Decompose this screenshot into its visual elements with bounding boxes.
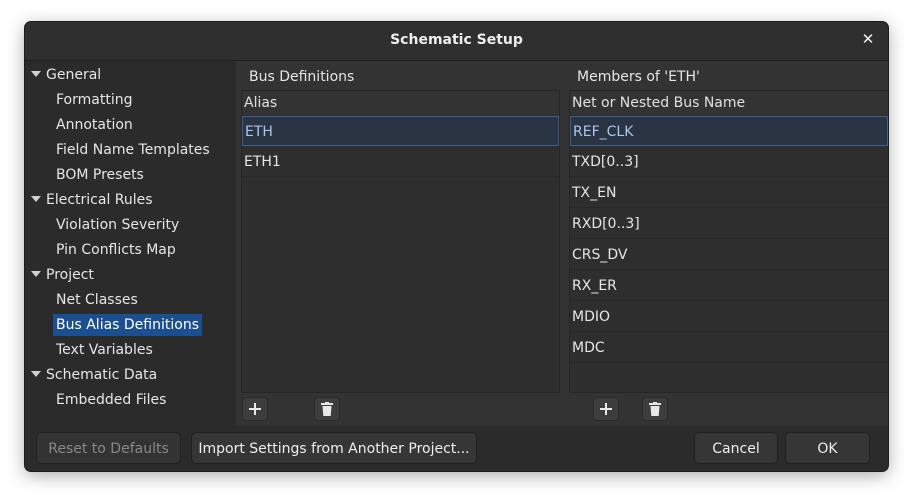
add-member-button[interactable] (593, 397, 619, 421)
plus-icon (249, 403, 261, 415)
member-row[interactable]: CRS_DV (570, 240, 888, 270)
delete-bus-alias-button[interactable] (314, 397, 340, 421)
tree-item-bus-alias-definitions[interactable]: Bus Alias Definitions (53, 314, 202, 336)
add-bus-alias-button[interactable] (242, 397, 268, 421)
tree-item-text-variables[interactable]: Text Variables (53, 339, 156, 361)
member-row[interactable]: RX_ER (570, 271, 888, 301)
tree-group-general[interactable]: General (31, 64, 101, 86)
trash-icon (321, 402, 333, 416)
ok-button[interactable]: OK (785, 432, 870, 464)
tree-item-embedded-files[interactable]: Embedded Files (53, 389, 169, 411)
chevron-down-icon (31, 71, 41, 77)
member-row[interactable]: MDIO (570, 302, 888, 332)
title-bar: Schematic Setup ✕ (25, 22, 888, 61)
tree-item-label: Schematic Data (46, 367, 158, 383)
tree-item-field-name-templates[interactable]: Field Name Templates (53, 139, 213, 161)
tree-item-bom-presets[interactable]: BOM Presets (53, 164, 147, 186)
trash-icon (649, 402, 661, 416)
alias-column-header: Alias (242, 91, 559, 115)
settings-tree: General Formatting Annotation Field Name… (25, 61, 236, 426)
member-row[interactable]: MDC (570, 333, 888, 363)
plus-icon (600, 403, 612, 415)
tree-item-violation-severity[interactable]: Violation Severity (53, 214, 182, 236)
bus-alias-row[interactable]: ETH (242, 116, 559, 146)
dialog-title: Schematic Setup (390, 32, 523, 48)
bus-definitions-label: Bus Definitions (249, 69, 355, 85)
member-column-header: Net or Nested Bus Name (570, 91, 888, 115)
members-label: Members of 'ETH' (577, 69, 700, 85)
bus-alias-panel: Bus Definitions Members of 'ETH' Alias E… (236, 61, 888, 426)
chevron-down-icon (31, 371, 41, 377)
tree-item-label: Electrical Rules (46, 192, 153, 208)
tree-item-label: Project (46, 267, 94, 283)
import-settings-button[interactable]: Import Settings from Another Project... (191, 432, 477, 464)
tree-item-label: General (46, 67, 102, 83)
schematic-setup-dialog: Schematic Setup ✕ General Formatting Ann… (25, 22, 888, 471)
tree-item-net-classes[interactable]: Net Classes (53, 289, 141, 311)
tree-item-annotation[interactable]: Annotation (53, 114, 136, 136)
close-icon[interactable]: ✕ (860, 31, 876, 47)
member-row[interactable]: REF_CLK (570, 116, 888, 146)
cancel-button[interactable]: Cancel (694, 432, 778, 464)
tree-item-formatting[interactable]: Formatting (53, 89, 135, 111)
members-grid: Net or Nested Bus Name REF_CLK TXD[0..3]… (569, 90, 888, 393)
tree-item-pin-conflicts-map[interactable]: Pin Conflicts Map (53, 239, 179, 261)
chevron-down-icon (31, 196, 41, 202)
member-row[interactable]: TX_EN (570, 178, 888, 208)
chevron-down-icon (31, 271, 41, 277)
bus-definitions-grid: Alias ETH ETH1 (241, 90, 560, 393)
reset-to-defaults-button[interactable]: Reset to Defaults (36, 432, 181, 464)
delete-member-button[interactable] (642, 397, 668, 421)
tree-group-schematic-data[interactable]: Schematic Data (31, 364, 157, 386)
tree-group-project[interactable]: Project (31, 264, 94, 286)
member-row[interactable]: TXD[0..3] (570, 147, 888, 177)
tree-group-electrical-rules[interactable]: Electrical Rules (31, 189, 153, 211)
bus-alias-row[interactable]: ETH1 (242, 147, 559, 177)
member-row[interactable]: RXD[0..3] (570, 209, 888, 239)
